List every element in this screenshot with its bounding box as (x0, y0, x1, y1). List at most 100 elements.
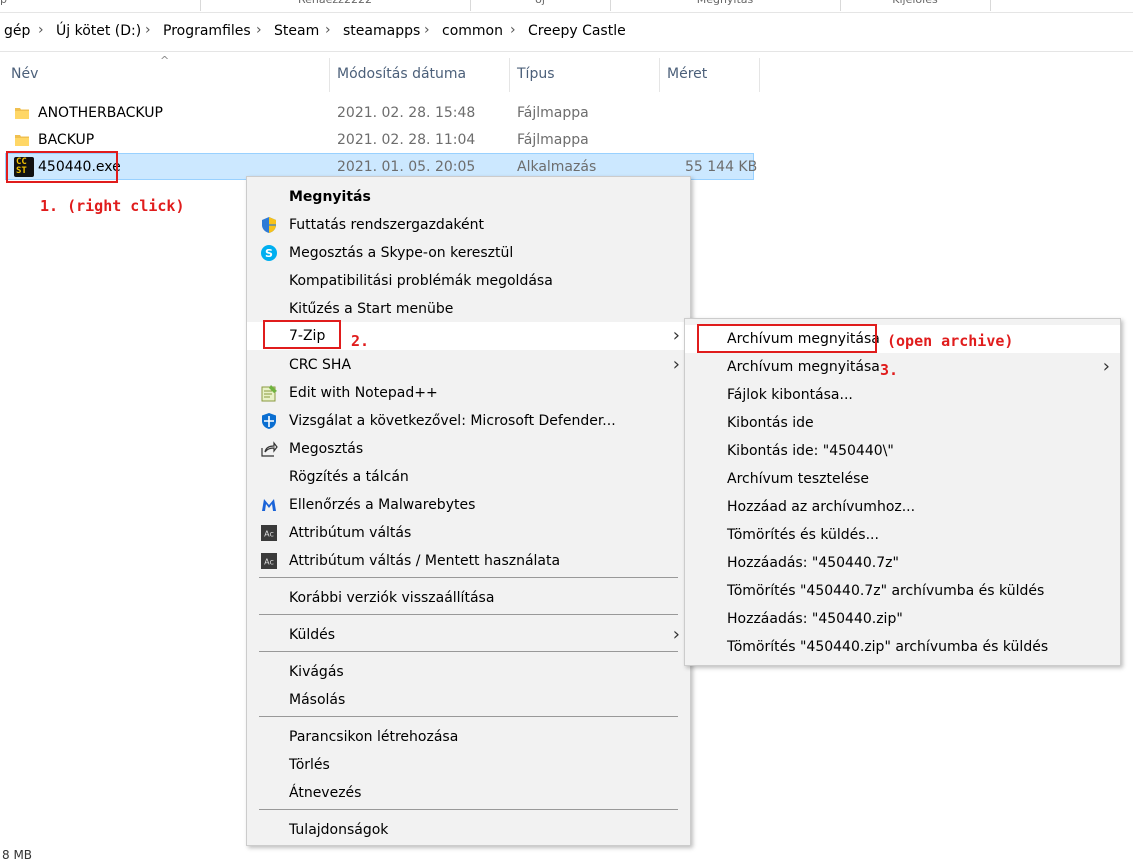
file-type: Fájlmappa (517, 132, 589, 148)
breadcrumb-item[interactable]: common (442, 23, 503, 39)
menu-separator (259, 577, 678, 578)
menu-item-delete[interactable]: Törlés (247, 751, 690, 779)
annotation-step2: 2. (351, 332, 370, 350)
folder-icon (15, 135, 29, 146)
chevron-right-icon[interactable]: › (510, 22, 516, 38)
column-header-type[interactable]: Típus (517, 66, 555, 82)
menu-item-attribute-toggle-saved[interactable]: Ac Attribútum váltás / Mentett használat… (247, 547, 690, 575)
menu-separator (259, 614, 678, 615)
zip-item-open-archive-sub[interactable]: Archívum megnyitása › (685, 353, 1120, 381)
menu-item-malwarebytes[interactable]: Ellenőrzés a Malwarebytes (247, 491, 690, 519)
breadcrumb-item[interactable]: Creepy Castle (528, 23, 626, 39)
menu-item-pin-taskbar[interactable]: Rögzítés a tálcán (247, 463, 690, 491)
file-type: Alkalmazás (517, 159, 597, 175)
column-header-size[interactable]: Méret (667, 66, 707, 82)
column-divider[interactable] (759, 58, 760, 92)
zip-item-add-zip[interactable]: Hozzáadás: "450440.zip" (685, 605, 1120, 633)
svg-text:Ac: Ac (264, 530, 274, 539)
annotation-box-step2 (263, 320, 341, 349)
file-modified: 2021. 02. 28. 15:48 (337, 105, 476, 121)
menu-item-send-to[interactable]: Küldés › (247, 621, 690, 649)
zip-item-add-to-archive[interactable]: Hozzáad az archívumhoz... (685, 493, 1120, 521)
breadcrumb-item[interactable]: Steam (274, 23, 319, 39)
breadcrumb: gép › Új kötet (D:) › Programfiles › Ste… (0, 13, 1133, 52)
attribute-icon: Ac (261, 553, 277, 569)
file-modified: 2021. 01. 05. 20:05 (337, 159, 476, 175)
file-size: 55 144 KB (685, 159, 758, 175)
chevron-right-icon[interactable]: › (256, 22, 262, 38)
annotation-step3: 3. (880, 361, 899, 379)
menu-item-share[interactable]: Megosztás (247, 435, 690, 463)
svg-text:S: S (265, 247, 273, 260)
shield-icon (262, 217, 276, 233)
file-type: Fájlmappa (517, 105, 589, 121)
chevron-right-icon: › (672, 325, 680, 346)
annotation-box-step3 (697, 324, 877, 353)
chevron-right-icon[interactable]: › (325, 22, 331, 38)
menu-item-pin-start[interactable]: Kitűzés a Start menübe (247, 295, 690, 323)
ribbon-segment[interactable]: oj (470, 0, 611, 11)
breadcrumb-item[interactable]: Új kötet (D:) (56, 23, 141, 39)
zip-item-add-7z[interactable]: Hozzáadás: "450440.7z" (685, 549, 1120, 577)
folder-icon (15, 108, 29, 119)
zip-item-test-archive[interactable]: Archívum tesztelése (685, 465, 1120, 493)
menu-item-create-shortcut[interactable]: Parancsikon létrehozása (247, 723, 690, 751)
zip-item-extract-to-folder[interactable]: Kibontás ide: "450440\" (685, 437, 1120, 465)
menu-item-run-as-admin[interactable]: Futtatás rendszergazdaként (247, 211, 690, 239)
file-row[interactable]: ANOTHERBACKUP 2021. 02. 28. 15:48 Fájlma… (5, 100, 754, 127)
file-name: ANOTHERBACKUP (38, 105, 163, 121)
column-header-modified[interactable]: Módosítás dátuma (337, 66, 466, 82)
share-icon (261, 441, 278, 457)
menu-item-cut[interactable]: Kivágás (247, 658, 690, 686)
ribbon-segment[interactable]: Megnyitás (610, 0, 841, 11)
context-menu: Megnyitás Futtatás rendszergazdaként S M… (246, 176, 691, 846)
chevron-right-icon[interactable]: › (145, 22, 151, 38)
menu-separator (259, 809, 678, 810)
ribbon-segment[interactable]: Kijelölés (840, 0, 991, 11)
zip-item-extract-files[interactable]: Fájlok kibontása... (685, 381, 1120, 409)
menu-item-defender-scan[interactable]: Vizsgálat a következővel: Microsoft Defe… (247, 407, 690, 435)
defender-icon (262, 413, 276, 429)
menu-item-open[interactable]: Megnyitás (247, 183, 690, 211)
zip-item-compress-email[interactable]: Tömörítés és küldés... (685, 521, 1120, 549)
ribbon-bar: p Renaezz2222 oj Megnyitás Kijelölés (0, 0, 1133, 13)
chevron-right-icon: › (672, 624, 680, 645)
menu-item-restore-previous-versions[interactable]: Korábbi verziók visszaállítása (247, 584, 690, 612)
zip-item-extract-here[interactable]: Kibontás ide (685, 409, 1120, 437)
svg-text:Ac: Ac (264, 558, 274, 567)
sort-ascending-icon: ^ (160, 54, 170, 67)
column-header-name[interactable]: Név (11, 66, 38, 82)
notepad-icon (261, 385, 277, 402)
annotation-step1: 1. (right click) (40, 197, 185, 215)
menu-separator (259, 651, 678, 652)
ribbon-segment[interactable]: p (0, 0, 201, 11)
breadcrumb-item[interactable]: Programfiles (163, 23, 251, 39)
ribbon-segment[interactable]: Renaezz2222 (200, 0, 471, 11)
zip-submenu: Archívum megnyitása Archívum megnyitása ›… (684, 318, 1121, 666)
menu-item-copy[interactable]: Másolás (247, 686, 690, 714)
breadcrumb-item[interactable]: steamapps (343, 23, 420, 39)
menu-item-notepadpp[interactable]: Edit with Notepad++ (247, 379, 690, 407)
breadcrumb-item[interactable]: gép (4, 23, 30, 39)
zip-item-compress-zip-email[interactable]: Tömörítés "450440.zip" archívumba és kül… (685, 633, 1120, 661)
malwarebytes-icon (262, 499, 276, 511)
skype-icon: S (261, 245, 277, 261)
annotation-open-archive: (open archive) (887, 332, 1014, 350)
chevron-right-icon[interactable]: › (424, 22, 430, 38)
column-divider[interactable] (659, 58, 660, 92)
column-divider[interactable] (509, 58, 510, 92)
zip-item-compress-7z-email[interactable]: Tömörítés "450440.7z" archívumba és küld… (685, 577, 1120, 605)
chevron-right-icon: › (672, 354, 680, 375)
menu-item-troubleshoot-compatibility[interactable]: Kompatibilitási problémák megoldása (247, 267, 690, 295)
menu-item-crc-sha[interactable]: CRC SHA › (247, 351, 690, 379)
file-name: BACKUP (38, 132, 95, 148)
menu-separator (259, 716, 678, 717)
menu-item-properties[interactable]: Tulajdonságok (247, 816, 690, 844)
file-row[interactable]: BACKUP 2021. 02. 28. 11:04 Fájlmappa (5, 127, 754, 154)
menu-item-rename[interactable]: Átnevezés (247, 779, 690, 807)
attribute-icon: Ac (261, 525, 277, 541)
menu-item-skype-share[interactable]: S Megosztás a Skype-on keresztül (247, 239, 690, 267)
menu-item-attribute-toggle[interactable]: Ac Attribútum váltás (247, 519, 690, 547)
column-divider[interactable] (329, 58, 330, 92)
chevron-right-icon[interactable]: › (38, 22, 44, 38)
